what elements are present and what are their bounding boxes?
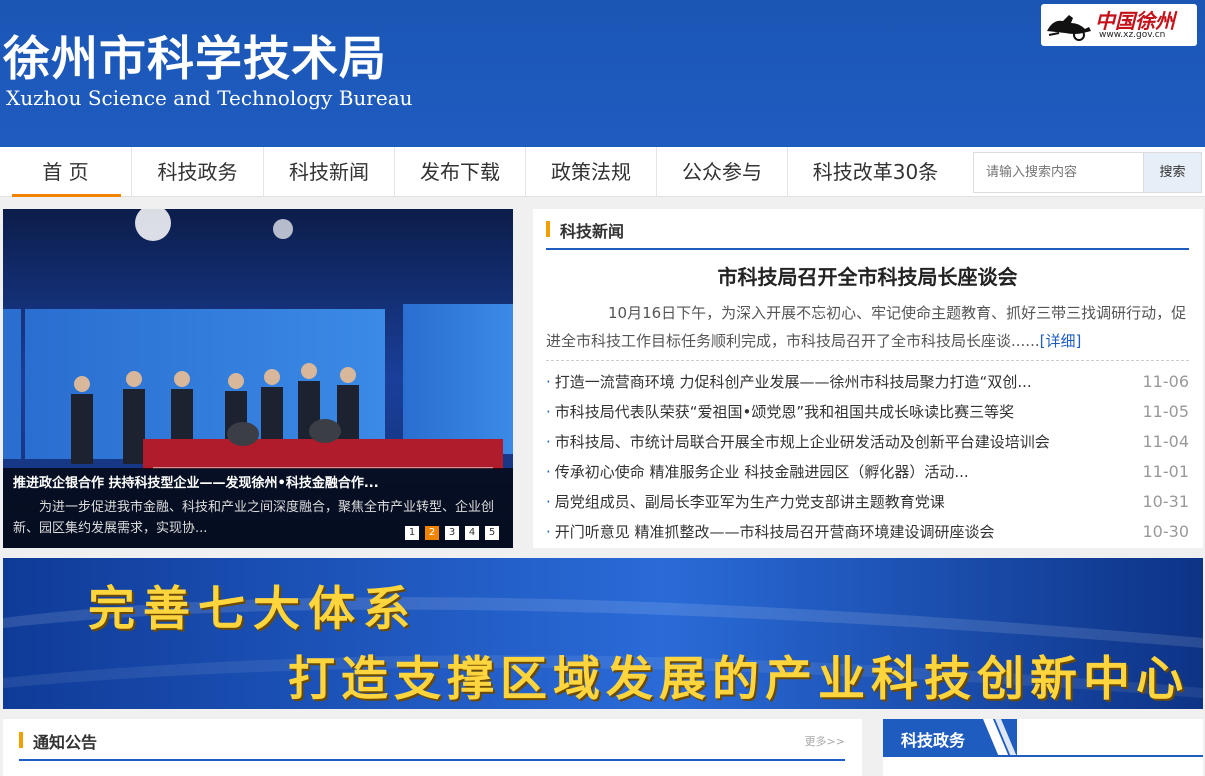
bullet-icon: · (546, 463, 551, 481)
search-input[interactable] (973, 152, 1143, 193)
nav-active-indicator (12, 194, 121, 197)
nav-item-policies[interactable]: 政策法规 (526, 147, 657, 197)
news-item-date: 10-30 (1142, 522, 1190, 541)
nav-item-affairs[interactable]: 科技政务 (132, 147, 264, 197)
news-item-link[interactable]: 打造一流营商环境 力促科创产业发展——徐州市科技局聚力打造“双创... (555, 373, 1032, 391)
slide-pagination: 1 2 3 4 5 (405, 526, 499, 540)
banner-line-2: 打造支撑区域发展的产业科技创新中心 (288, 652, 1189, 707)
policy-tab[interactable]: 科技政务 (883, 719, 1017, 757)
bullet-icon: · (546, 403, 551, 421)
nav-item-reform[interactable]: 科技改革30条 (788, 147, 963, 197)
news-item-link[interactable]: 开门听意见 精准抓整改——市科技局召开营商环境建设调研座谈会 (555, 523, 995, 541)
news-item-date: 11-01 (1142, 462, 1190, 481)
nav-item-downloads[interactable]: 发布下载 (395, 147, 526, 197)
list-item: · 开门听意见 精准抓整改——市科技局召开营商环境建设调研座谈会 10-30 (546, 517, 1189, 547)
news-panel-header: 科技新闻 (546, 217, 1189, 250)
news-item-date: 11-04 (1142, 432, 1190, 451)
news-item-link[interactable]: 传承初心使命 精准服务企业 科技金融进园区（孵化器）活动... (555, 463, 969, 481)
gov-portal-logo[interactable]: 中国徐州 www.xz.gov.cn (1041, 4, 1197, 46)
bullet-icon: · (546, 433, 551, 451)
news-item-link[interactable]: 局党组成员、副局长李亚军为生产力党支部讲主题教育党课 (555, 493, 945, 511)
tab-stripes-icon (983, 719, 1017, 757)
news-summary: 10月16日下午，为深入开展不忘初心、牢记使命主题教育、抓好三带三找调研行动，促… (546, 299, 1189, 357)
divider (546, 360, 1189, 361)
nav-item-news[interactable]: 科技新闻 (264, 147, 395, 197)
search-button[interactable]: 搜索 (1143, 152, 1202, 193)
policy-underline (883, 755, 1203, 757)
policy-panel: 科技政务 (883, 719, 1203, 776)
news-item-link[interactable]: 市科技局代表队荣获“爱祖国•颂党恩”我和祖国共成长咏读比赛三等奖 (555, 403, 1014, 421)
notice-section-title[interactable]: 通知公告 (33, 729, 97, 753)
section-marker (19, 732, 23, 748)
list-item: · 打造一流营商环境 力促科创产业发展——徐州市科技局聚力打造“双创... 11-0… (546, 367, 1189, 397)
site-header: 徐州市科学技术局 Xuzhou Science and Technology B… (0, 0, 1205, 147)
promo-banner[interactable]: 完善七大体系 打造支撑区域发展的产业科技创新中心 (3, 558, 1203, 709)
notice-panel-header: 通知公告 更多>> (19, 727, 845, 761)
list-item: · 局党组成员、副局长李亚军为生产力党支部讲主题教育党课 10-31 (546, 487, 1189, 517)
slide-page-3[interactable]: 3 (445, 526, 459, 540)
bullet-icon: · (546, 523, 551, 541)
news-detail-link[interactable]: [详细] (1040, 332, 1082, 350)
site-subtitle: Xuzhou Science and Technology Bureau (6, 86, 413, 110)
bullet-icon: · (546, 493, 551, 511)
nav-item-label: 首 页 (42, 160, 89, 184)
site-title: 徐州市科学技术局 (3, 32, 387, 87)
news-list: · 打造一流营商环境 力促科创产业发展——徐州市科技局聚力打造“双创... 11-0… (546, 367, 1189, 547)
list-item: · 市科技局、市统计局联合开展全市规上企业研发活动及创新平台建设培训会 11-04 (546, 427, 1189, 457)
news-section-title[interactable]: 科技新闻 (560, 218, 624, 242)
list-item: · 市科技局代表队荣获“爱祖国•颂党恩”我和祖国共成长咏读比赛三等奖 11-05 (546, 397, 1189, 427)
notice-panel: 通知公告 更多>> (3, 719, 862, 776)
news-panel: 科技新闻 市科技局召开全市科技局长座谈会 10月16日下午，为深入开展不忘初心、… (533, 209, 1203, 548)
policy-section-title: 科技政务 (901, 731, 966, 750)
news-item-link[interactable]: 市科技局、市统计局联合开展全市规上企业研发活动及创新平台建设培训会 (555, 433, 1050, 451)
news-item-date: 10-31 (1142, 492, 1190, 511)
list-item: · 传承初心使命 精准服务企业 科技金融进园区（孵化器）活动... 11-01 (546, 457, 1189, 487)
slide-page-2[interactable]: 2 (425, 526, 439, 540)
nav-item-home[interactable]: 首 页 (0, 147, 132, 197)
news-item-date: 11-05 (1142, 402, 1190, 421)
gov-logo-url: www.xz.gov.cn (1099, 30, 1166, 40)
bullet-icon: · (546, 373, 551, 391)
news-summary-text: 10月16日下午，为深入开展不忘初心、牢记使命主题教育、抓好三带三找调研行动，促… (546, 304, 1187, 350)
nav-item-participation[interactable]: 公众参与 (657, 147, 788, 197)
chariot-logo-icon (1047, 15, 1091, 41)
slide-page-1[interactable]: 1 (405, 526, 419, 540)
slide-page-4[interactable]: 4 (465, 526, 479, 540)
news-headline[interactable]: 市科技局召开全市科技局长座谈会 (546, 261, 1189, 290)
section-marker (546, 221, 550, 237)
news-item-date: 11-06 (1142, 372, 1190, 391)
main-nav: 首 页 科技政务 科技新闻 发布下载 政策法规 公众参与 科技改革30条 搜索 (0, 147, 1205, 197)
slide-title[interactable]: 推进政企银合作 扶持科技型企业——发现徐州•科技金融合作... (13, 474, 503, 493)
notice-more-link[interactable]: 更多>> (805, 733, 845, 749)
slide-page-5[interactable]: 5 (485, 526, 499, 540)
news-slider[interactable]: 推进政企银合作 扶持科技型企业——发现徐州•科技金融合作... 为进一步促进我市… (3, 209, 513, 548)
banner-line-1: 完善七大体系 (88, 582, 418, 637)
